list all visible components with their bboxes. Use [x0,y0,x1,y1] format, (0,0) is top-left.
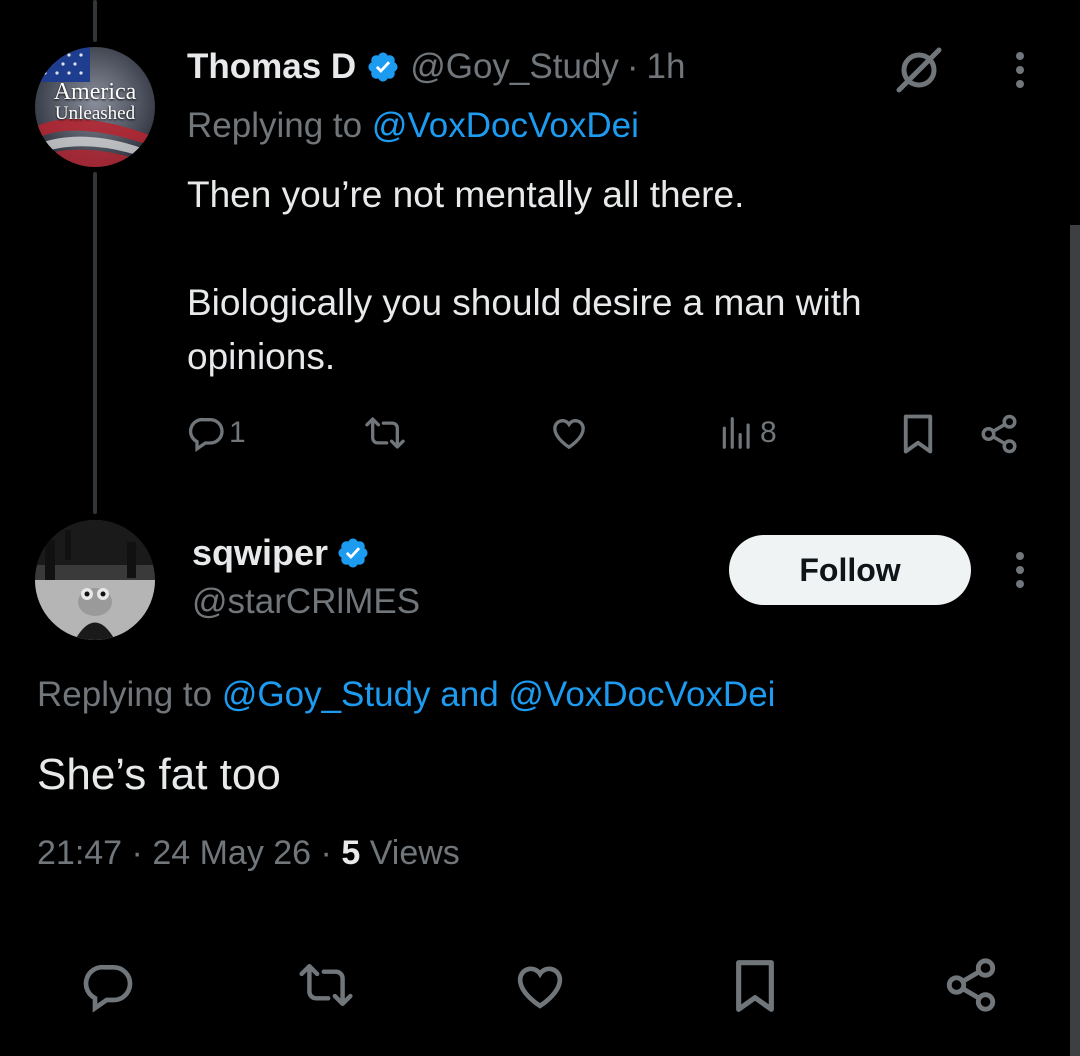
scrollbar[interactable] [1070,225,1080,1056]
replying-to-link[interactable]: @VoxDocVoxDei [372,106,639,145]
replying-to-prefix: Replying to [187,106,363,145]
verified-badge-icon [366,50,400,84]
display-name[interactable]: sqwiper [192,532,328,574]
tweet-header: Thomas D @Goy_Study · 1h [187,44,685,90]
replying-to-link[interactable]: @VoxDocVoxDei [508,675,775,714]
retweet-icon[interactable] [295,958,357,1012]
handle[interactable]: @Goy_Study [410,47,619,87]
reply-icon[interactable] [80,958,138,1014]
separator-dot: · [320,834,332,872]
follow-button[interactable]: Follow [729,535,971,605]
more-icon[interactable] [1010,50,1030,90]
tweet-meta: 21:47 · 24 May 26 · 5 Views [37,834,460,873]
separator-dot: · [131,834,143,872]
tweet-header: sqwiper [192,530,370,576]
avatar-text-america: America [53,79,137,105]
tweet-text: Then you’re not mentally all there. Biol… [187,168,862,384]
views-count: 8 [760,416,777,449]
thread-line-top [93,0,97,42]
bookmark-icon[interactable] [900,413,936,455]
avatar[interactable] [35,520,155,640]
display-name[interactable]: Thomas D [187,47,356,87]
tweet-date[interactable]: 24 May 26 [152,834,311,872]
share-icon[interactable] [942,955,1000,1015]
thread-line [93,172,97,514]
views-count: 5 [341,834,361,872]
views-icon [718,413,756,453]
avatar-text-unleashed: Unleashed [54,103,136,124]
bookmark-icon[interactable] [731,958,779,1014]
share-icon[interactable] [978,413,1020,455]
separator-dot: · [626,47,639,86]
tweet-text-line: Then you’re not mentally all there. [187,174,745,215]
like-icon[interactable] [511,958,569,1014]
tweet-text-line: Biologically you should desire a man wit… [187,282,862,323]
tweet-text-line: opinions. [187,336,336,377]
more-icon[interactable] [1010,550,1030,590]
timestamp[interactable]: 1h [647,47,686,87]
like-icon[interactable] [548,413,590,453]
handle[interactable]: @starCRlMES [192,582,420,622]
views-action[interactable]: 8 [718,413,777,453]
replying-to: Replying to @VoxDocVoxDei [187,106,639,146]
views-label: Views [369,834,460,872]
verified-badge-icon [336,536,370,570]
replying-to-prefix: Replying to [37,675,213,714]
replying-to: Replying to @Goy_Study and @VoxDocVoxDei [37,675,775,715]
tweet-time[interactable]: 21:47 [37,834,122,872]
replying-to-link[interactable]: @Goy_Study [222,675,431,714]
reply-count: 1 [229,416,246,449]
reply-action[interactable]: 1 [187,413,246,453]
avatar[interactable]: America Unleashed [35,47,155,167]
grok-icon[interactable] [893,44,945,96]
tweet-text: She’s fat too [37,750,281,799]
reply-icon [187,413,227,453]
retweet-icon[interactable] [362,413,408,453]
replying-to-and: and [440,675,499,714]
